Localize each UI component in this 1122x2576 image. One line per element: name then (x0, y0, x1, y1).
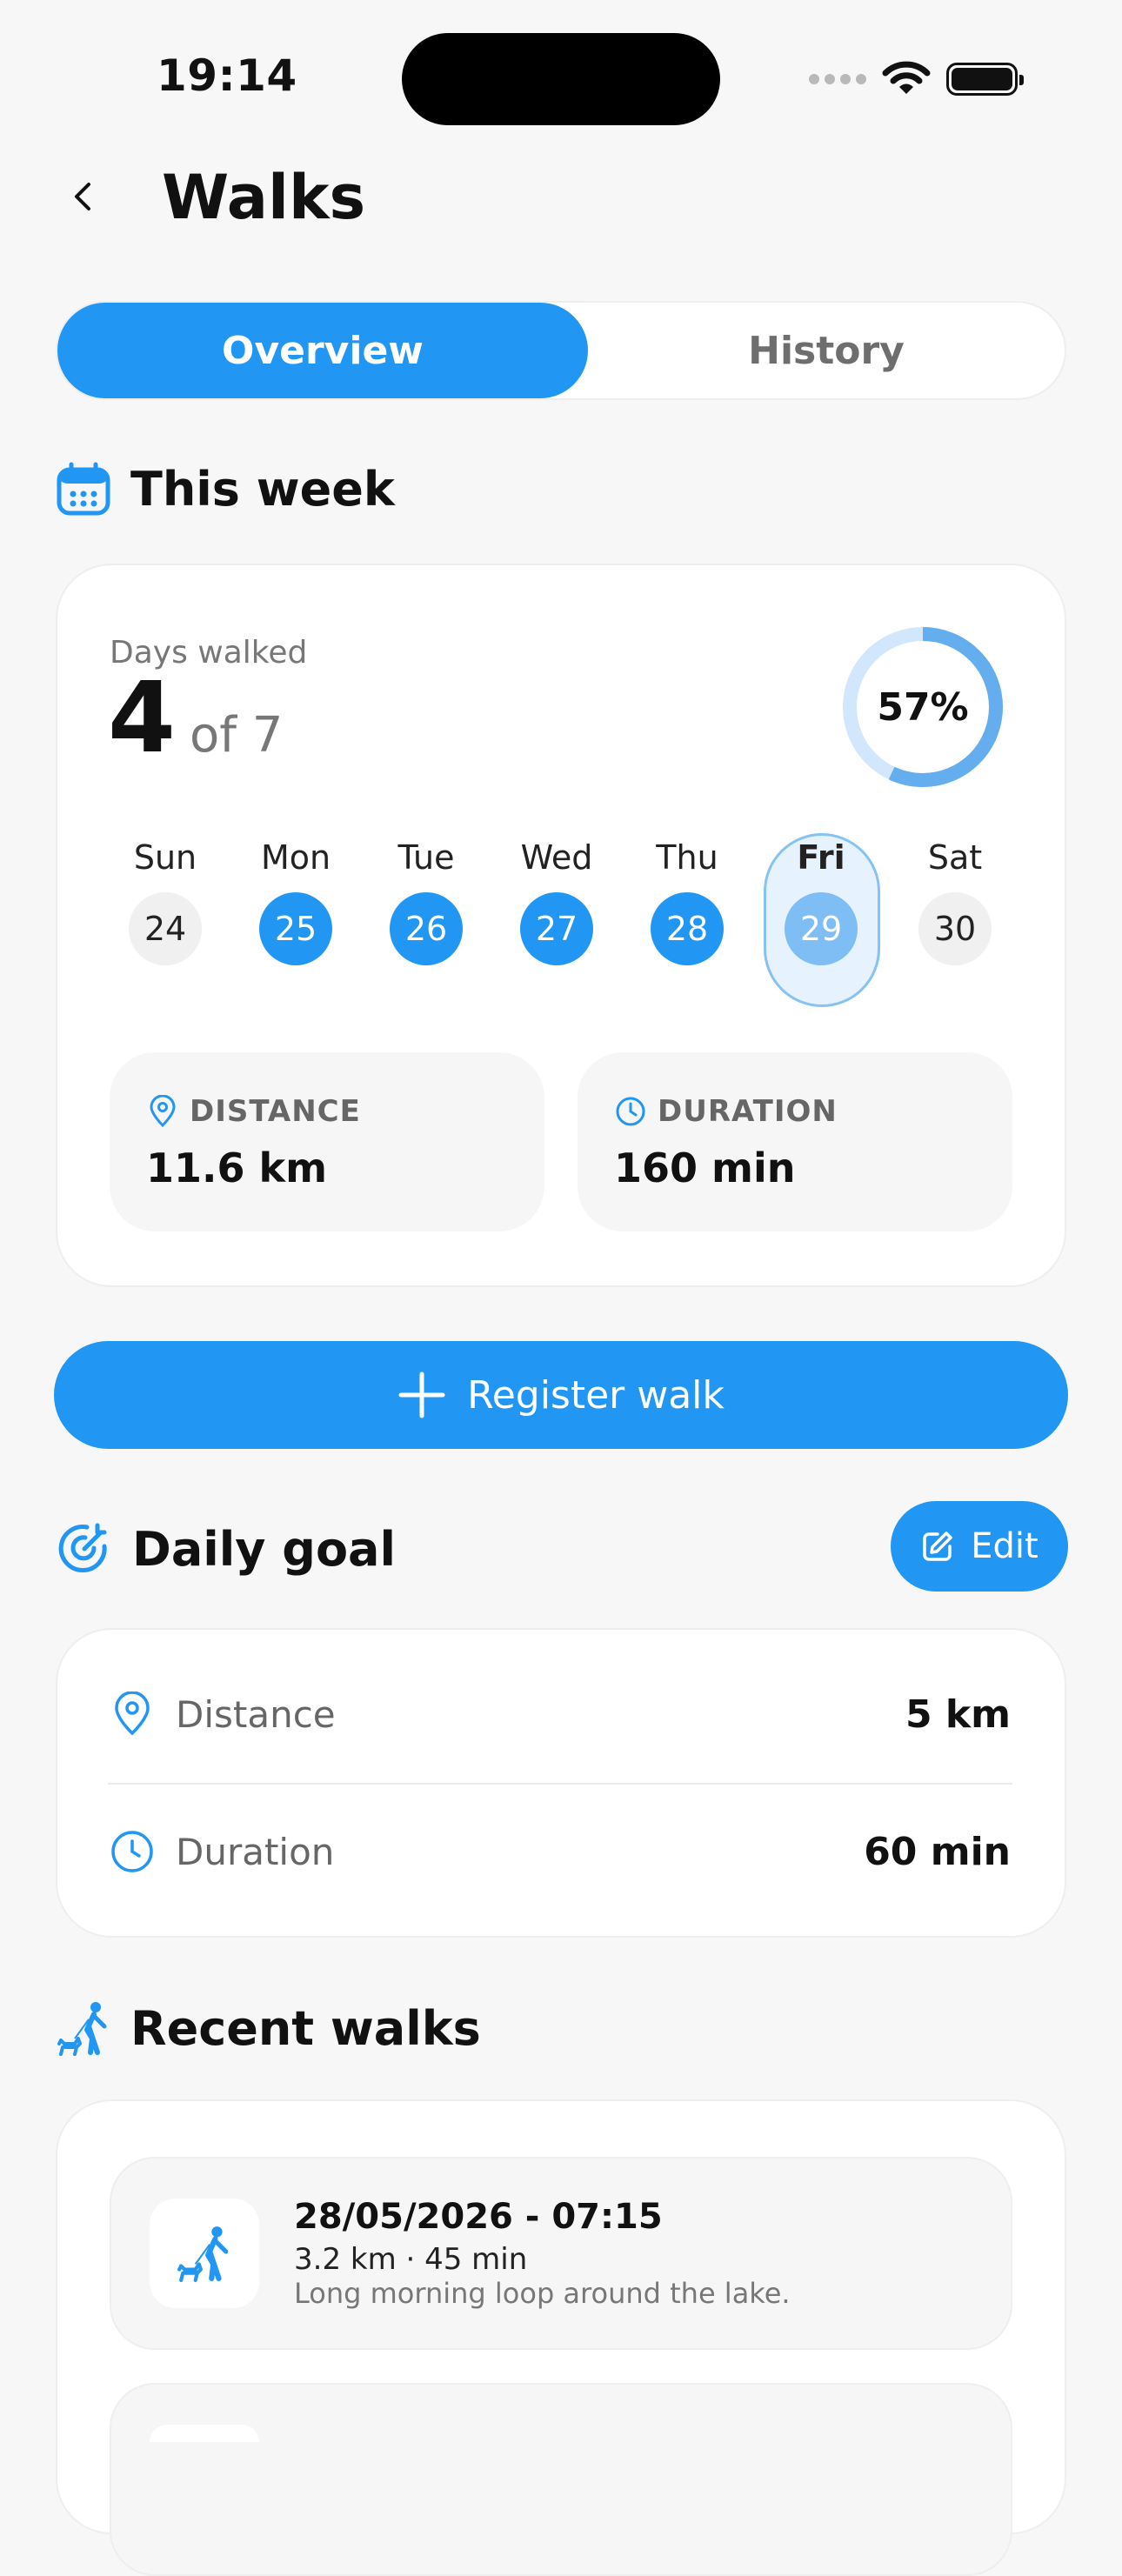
day-name: Mon (260, 838, 331, 877)
goal-distance-value: 5 km (905, 1692, 1011, 1737)
list-item[interactable] (110, 2383, 1012, 2576)
walk-note: Long morning loop around the lake. (294, 2277, 791, 2310)
this-week-heading: This week (56, 461, 395, 517)
edit-goal-label: Edit (971, 1526, 1039, 1566)
plus-icon (398, 1371, 445, 1418)
location-pin-icon (150, 1095, 176, 1128)
days-total: of 7 (189, 707, 284, 764)
days-walked-value: 4 (108, 662, 176, 775)
duration-stat: DURATION 160 min (578, 1052, 1012, 1231)
day-name: Thu (656, 838, 718, 877)
goal-duration-label: Duration (176, 1830, 335, 1873)
recent-walks-heading: Recent walks (56, 2000, 481, 2056)
tab-history[interactable]: History (588, 303, 1065, 398)
wifi-icon (882, 61, 931, 94)
day-name: Sat (927, 838, 983, 877)
goal-duration-row: Duration 60 min (110, 1804, 1011, 1899)
dog-walker-icon (177, 2226, 229, 2282)
distance-stat-value: 11.6 km (146, 1145, 328, 1191)
day-date-badge: 25 (259, 892, 332, 965)
back-chevron-icon[interactable] (66, 179, 101, 214)
day-sat[interactable]: Sat 30 (898, 835, 1012, 965)
day-name: Wed (520, 838, 593, 877)
section-title: Daily goal (132, 1521, 396, 1577)
location-pin-icon (115, 1692, 150, 1736)
clock-icon (111, 1831, 153, 1872)
day-thu[interactable]: Thu 28 (631, 835, 744, 965)
daily-goal-heading: Daily goal (56, 1520, 396, 1578)
day-wed[interactable]: Wed 27 (500, 835, 613, 965)
days-walked-count: 4 of 7 (108, 670, 283, 767)
edit-icon (923, 1532, 953, 1561)
walk-icon-box (150, 2199, 259, 2308)
duration-stat-value: 160 min (614, 1145, 796, 1191)
day-date-badge: 26 (390, 892, 463, 965)
day-date-badge: 27 (520, 892, 593, 965)
day-date-badge: 29 (785, 892, 858, 965)
distance-stat: DISTANCE 11.6 km (110, 1052, 544, 1231)
section-title: Recent walks (130, 2000, 481, 2056)
status-icons (809, 61, 1024, 97)
day-date-badge: 28 (651, 892, 724, 965)
status-time: 19:14 (157, 50, 297, 101)
goal-duration-value: 60 min (864, 1829, 1011, 1874)
register-walk-label: Register walk (467, 1372, 725, 1418)
walk-icon-box (150, 2425, 259, 2442)
target-icon (58, 1523, 107, 1572)
day-name: Fri (797, 838, 845, 877)
dog-walker-icon (57, 2002, 107, 2056)
duration-stat-label: DURATION (658, 1094, 838, 1129)
day-date-badge: 30 (918, 892, 992, 965)
register-walk-button[interactable]: Register walk (54, 1341, 1068, 1449)
day-name: Sun (133, 838, 197, 877)
day-name: Tue (397, 838, 455, 877)
edit-goal-button[interactable]: Edit (891, 1501, 1068, 1592)
goal-distance-label: Distance (176, 1692, 336, 1736)
progress-percent: 57% (877, 684, 969, 730)
signal-icon (809, 74, 866, 84)
dynamic-island (402, 33, 720, 125)
tab-overview[interactable]: Overview (57, 303, 588, 398)
battery-icon (946, 63, 1024, 96)
walk-meta: 3.2 km · 45 min (294, 2242, 528, 2277)
divider (108, 1783, 1012, 1785)
section-title: This week (130, 461, 395, 517)
day-sun[interactable]: Sun 24 (109, 835, 222, 965)
page-title: Walks (162, 162, 366, 233)
walk-date: 28/05/2026 - 07:15 (294, 2197, 663, 2237)
goal-distance-row: Distance 5 km (110, 1666, 1011, 1762)
day-fri[interactable]: Fri 29 (765, 835, 878, 965)
day-mon[interactable]: Mon 25 (239, 835, 352, 965)
calendar-icon (57, 462, 110, 516)
distance-stat-label: DISTANCE (190, 1094, 361, 1129)
clock-icon (616, 1097, 645, 1126)
day-tue[interactable]: Tue 26 (370, 835, 483, 965)
tab-switcher: Overview History (56, 301, 1066, 400)
day-date-badge: 24 (129, 892, 202, 965)
